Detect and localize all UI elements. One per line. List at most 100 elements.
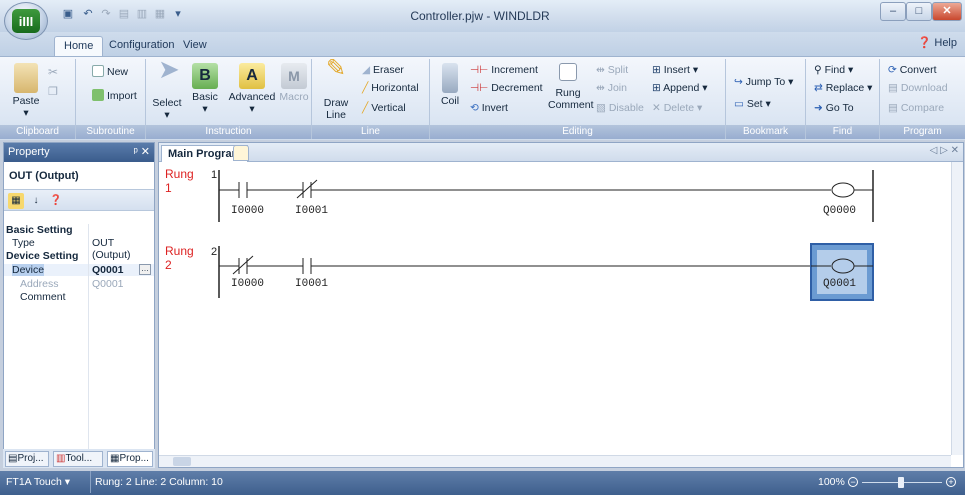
- compare-icon: ▤: [888, 102, 901, 114]
- append-icon: ⊞: [652, 82, 664, 94]
- application-button[interactable]: iIII: [4, 2, 48, 40]
- zoom-level: 100%: [818, 476, 845, 488]
- property-row-comment[interactable]: Comment: [4, 291, 154, 303]
- compare-button[interactable]: ▤ Compare: [888, 101, 944, 115]
- advanced-button[interactable]: A Advanced ▾: [228, 63, 276, 115]
- coil-q0000[interactable]: [831, 182, 855, 198]
- replace-button[interactable]: ⇄ Replace ▾: [814, 81, 872, 95]
- insert-button[interactable]: ⊞ Insert ▾: [652, 63, 698, 77]
- help-button[interactable]: ❓ Help: [918, 36, 957, 49]
- categorized-icon[interactable]: ▦: [8, 193, 24, 209]
- find-button[interactable]: ⚲ Find ▾: [814, 63, 853, 77]
- zoom-in-icon[interactable]: +: [946, 477, 956, 487]
- new-tab-icon[interactable]: [233, 145, 249, 161]
- zoom-slider-thumb[interactable]: [898, 477, 904, 488]
- select-button[interactable]: ➤ Select ▾: [150, 56, 184, 121]
- tab-home[interactable]: Home: [54, 36, 104, 56]
- convert-icon: ⟳: [888, 64, 900, 76]
- property-title: OUT (Output): [9, 170, 79, 182]
- select-label: Select: [152, 97, 182, 109]
- increment-button[interactable]: ⊣⊢ Increment: [470, 63, 538, 77]
- decrement-button[interactable]: ⊣⊢ Decrement: [470, 81, 543, 95]
- help-property-icon[interactable]: ❓: [48, 193, 64, 209]
- contact-label: I0000: [231, 205, 264, 217]
- increment-icon: ⊣⊢: [470, 64, 492, 76]
- invert-icon: ⟲: [470, 102, 482, 114]
- property-row-address: Address Q0001: [4, 278, 154, 290]
- download-button[interactable]: ▤ Download: [888, 81, 948, 95]
- vertical-scrollbar[interactable]: [951, 162, 963, 455]
- vertical-line-button[interactable]: ╱ Vertical: [362, 101, 406, 115]
- advanced-label: Advanced: [228, 91, 276, 103]
- plc-type-dropdown[interactable]: FT1A Touch ▾: [6, 471, 70, 493]
- pin-close-icon[interactable]: ᵖ ✕: [134, 143, 150, 162]
- property-toolbar: ▦ ↓ ❓: [4, 189, 154, 211]
- monitor-icon[interactable]: ▥: [134, 6, 150, 22]
- tab-project[interactable]: ▤Proj...: [5, 451, 49, 467]
- goto-button[interactable]: ➜ Go To: [814, 101, 854, 115]
- property-value[interactable]: Q0001: [92, 264, 124, 276]
- copy-icon[interactable]: ❐: [48, 85, 58, 98]
- set-bookmark-button[interactable]: ▭ Set ▾: [734, 97, 771, 111]
- ladder-diagram[interactable]: Rung 1 1 I0000 I0001 Q0000 Rung 2 2 I000…: [159, 162, 963, 451]
- new-page-icon: [92, 65, 104, 77]
- tab-configuration[interactable]: Configuration: [100, 36, 183, 56]
- group-subroutine: New Import Subroutine: [76, 59, 146, 139]
- undo-icon[interactable]: ↶: [80, 6, 96, 22]
- split-label: Split: [607, 64, 629, 76]
- rung-comment-button[interactable]: Rung Comment: [548, 63, 594, 111]
- eraser-button[interactable]: ◢ Eraser: [362, 63, 404, 77]
- basic-button[interactable]: B Basic ▾: [188, 63, 222, 115]
- ribbon-tabs: Home Configuration View ❓ Help: [0, 32, 965, 56]
- close-button[interactable]: ✕: [932, 2, 962, 21]
- join-button[interactable]: ⇹ Join: [596, 81, 627, 95]
- bookmark-group-label: Bookmark: [726, 125, 805, 139]
- disable-icon: ▧: [596, 102, 609, 114]
- subroutine-group-label: Subroutine: [76, 125, 145, 139]
- cut-icon[interactable]: ✂: [48, 65, 58, 79]
- import-button[interactable]: Import: [92, 89, 137, 103]
- maximize-button[interactable]: □: [906, 2, 932, 21]
- minimize-button[interactable]: –: [880, 2, 906, 21]
- group-find: ⚲ Find ▾ ⇄ Replace ▾ ➜ Go To Find: [806, 59, 880, 139]
- rung-index: 1: [165, 181, 172, 195]
- convert-button[interactable]: ⟳ Convert: [888, 63, 936, 77]
- sort-alpha-icon[interactable]: ↓: [28, 193, 44, 209]
- download-icon: ▤: [888, 82, 901, 94]
- online-icon[interactable]: ▦: [152, 6, 168, 22]
- delete-button[interactable]: ✕ Delete ▾: [652, 101, 702, 115]
- print-icon[interactable]: ▤: [116, 6, 132, 22]
- zoom-out-icon[interactable]: −: [848, 477, 858, 487]
- qat-dropdown-icon[interactable]: ▾: [170, 6, 186, 22]
- invert-button[interactable]: ⟲ Invert: [470, 101, 508, 115]
- tab-tool[interactable]: ▥Tool...: [53, 451, 103, 467]
- disable-button[interactable]: ▧ Disable: [596, 101, 644, 115]
- rung-number: 2: [211, 246, 217, 258]
- coil-label: Coil: [440, 95, 460, 107]
- jump-to-icon: ↪: [734, 76, 746, 88]
- coil-button[interactable]: Coil: [436, 63, 464, 107]
- tab-property[interactable]: ▦Prop...: [107, 451, 153, 467]
- replace-label: Replace: [825, 82, 865, 94]
- scroll-thumb[interactable]: [173, 457, 191, 466]
- draw-line-button[interactable]: ✎ Draw Line: [318, 57, 354, 122]
- property-row-device[interactable]: Device Q0001…: [4, 264, 154, 276]
- browse-button[interactable]: …: [139, 264, 151, 275]
- paste-button[interactable]: Paste ▾: [8, 63, 44, 119]
- comment-label: Comment: [548, 99, 594, 111]
- append-button[interactable]: ⊞ Append ▾: [652, 81, 708, 95]
- import-label: Import: [107, 90, 137, 102]
- split-button[interactable]: ⇹ Split: [596, 63, 628, 77]
- tab-view[interactable]: View: [174, 36, 216, 56]
- redo-icon[interactable]: ↷: [98, 6, 114, 22]
- new-subroutine-button[interactable]: New: [92, 65, 128, 79]
- horizontal-scrollbar[interactable]: [159, 455, 951, 467]
- jump-to-button[interactable]: ↪ Jump To ▾: [734, 75, 793, 89]
- horizontal-line-button[interactable]: ╱ Horizontal: [362, 81, 419, 95]
- save-icon[interactable]: ▣: [60, 6, 76, 22]
- status-bar: FT1A Touch ▾ Rung: 2 Line: 2 Column: 10 …: [0, 471, 965, 495]
- macro-button[interactable]: M Macro: [278, 63, 310, 103]
- window-title: Controller.pjw - WINDLDR: [410, 9, 550, 23]
- property-key: Comment: [20, 291, 66, 303]
- tab-scroll-arrows-icon[interactable]: ◁ ▷ ✕: [930, 145, 959, 156]
